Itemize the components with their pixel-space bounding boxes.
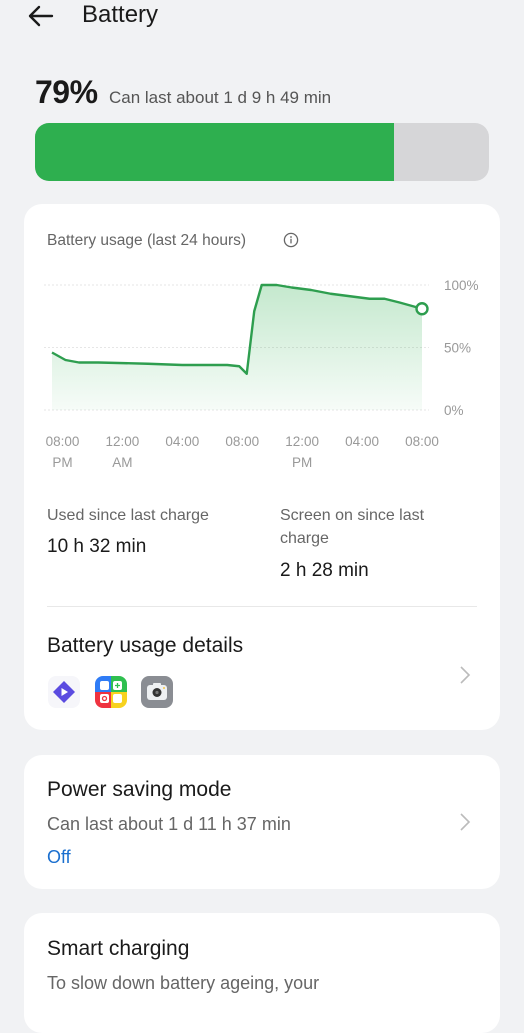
divider xyxy=(47,606,477,607)
smart-charging-description: To slow down battery ageing, your xyxy=(47,973,319,994)
battery-usage-chart: 0% 50% 100% 08:00 PM 12:00 AM 04:00 08:00 12:00 PM… xyxy=(24,204,500,484)
x-tick-sublabel: PM xyxy=(292,455,312,470)
app-icon-multicolor-grid xyxy=(95,676,127,708)
y-tick-label: 100% xyxy=(444,278,479,293)
y-tick-label: 0% xyxy=(444,403,464,418)
battery-level-bar xyxy=(35,123,489,181)
x-tick-sublabel: PM xyxy=(52,455,72,470)
arrow-left-icon xyxy=(26,2,56,30)
x-tick-label: 04:00 xyxy=(165,434,199,449)
back-button[interactable] xyxy=(26,2,56,30)
app-icon-purple-play xyxy=(48,676,80,708)
power-saving-mode-row[interactable]: Power saving mode Can last about 1 d 11 … xyxy=(24,755,500,889)
x-tick-label: 08:00 xyxy=(405,434,439,449)
app-icon-camera xyxy=(141,676,173,708)
usage-details-title: Battery usage details xyxy=(47,634,243,658)
y-tick-label: 50% xyxy=(444,341,471,356)
battery-percent: 79% xyxy=(35,74,98,111)
page-title: Battery xyxy=(82,1,158,29)
top-app-bar: Battery xyxy=(0,0,524,40)
power-saving-state: Off xyxy=(47,847,71,868)
battery-estimate: Can last about 1 d 9 h 49 min xyxy=(109,88,331,108)
battery-level-fill xyxy=(35,123,394,181)
chevron-right-icon xyxy=(458,664,472,686)
used-since-value: 10 h 32 min xyxy=(47,536,146,558)
screen-on-value: 2 h 28 min xyxy=(280,560,369,582)
screen-on-label-line1: Screen on since last xyxy=(280,504,424,528)
battery-usage-details-row[interactable]: Battery usage details xyxy=(24,608,500,730)
x-tick-label: 08:00 xyxy=(225,434,259,449)
battery-usage-card: Battery usage (last 24 hours) 0%50%100%0… xyxy=(24,204,500,730)
screen-on-label-line2: charge xyxy=(280,527,329,551)
smart-charging-row[interactable]: Smart charging To slow down battery agei… xyxy=(24,913,500,1033)
power-saving-estimate: Can last about 1 d 11 h 37 min xyxy=(47,814,291,835)
x-tick-label: 12:00 xyxy=(106,434,140,449)
smart-charging-title: Smart charging xyxy=(47,937,189,961)
x-tick-label: 08:00 xyxy=(46,434,80,449)
used-since-label: Used since last charge xyxy=(47,504,209,528)
current-level-marker xyxy=(417,303,428,314)
x-tick-label: 04:00 xyxy=(345,434,379,449)
x-tick-label: 12:00 xyxy=(285,434,319,449)
chevron-right-icon xyxy=(458,811,472,833)
x-tick-sublabel: AM xyxy=(112,455,132,470)
power-saving-title: Power saving mode xyxy=(47,778,231,802)
